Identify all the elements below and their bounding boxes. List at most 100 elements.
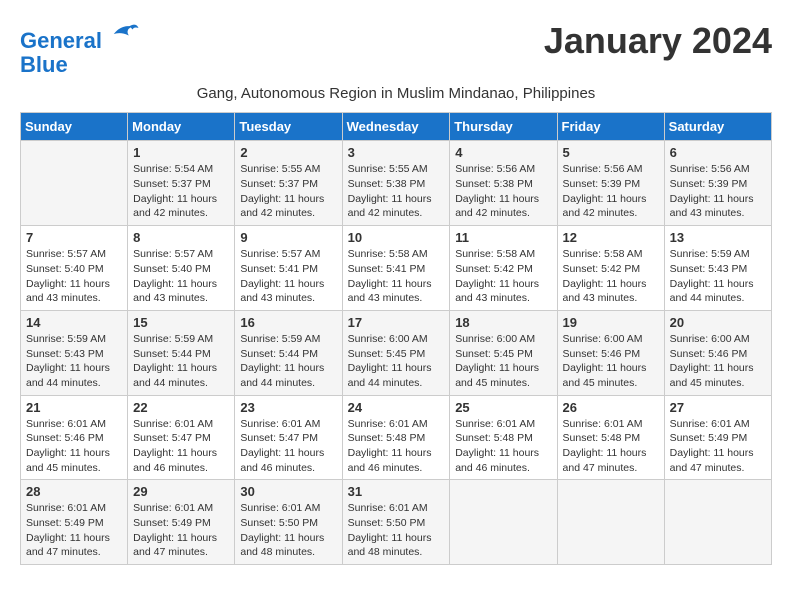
calendar-week-4: 21 Sunrise: 6:01 AMSunset: 5:46 PMDayligh…	[21, 395, 772, 480]
day-header-tuesday: Tuesday	[235, 113, 342, 141]
calendar-cell: 10Sunrise: 5:58 AMSunset: 5:41 PMDayligh…	[342, 226, 450, 311]
calendar-cell: 13Sunrise: 5:59 AMSunset: 5:43 PMDayligh…	[664, 226, 771, 311]
calendar-cell: 15Sunrise: 5:59 AMSunset: 5:44 PMDayligh…	[128, 310, 235, 395]
day-info: Sunrise: 5:56 AMSunset: 5:39 PMDaylight:…	[670, 162, 766, 221]
calendar-cell: 20 Sunrise: 6:00 AMSunset: 5:46 PMDayligh…	[664, 310, 771, 395]
day-info: Sunrise: 5:57 AMSunset: 5:40 PMDaylight:…	[26, 247, 122, 306]
calendar-week-5: 28 Sunrise: 6:01 AMSunset: 5:49 PMDayligh…	[21, 480, 772, 565]
calendar-cell: 26 Sunrise: 6:01 AMSunset: 5:48 PMDayligh…	[557, 395, 664, 480]
day-info: Sunrise: 6:01 AMSunset: 5:48 PMDaylight:…	[563, 417, 659, 476]
day-info: Sunrise: 6:01 AMSunset: 5:49 PMDaylight:…	[670, 417, 766, 476]
day-info: Sunrise: 6:01 AMSunset: 5:46 PMDaylight:…	[26, 417, 122, 476]
day-number: 27	[670, 400, 766, 415]
calendar-cell: 31 Sunrise: 6:01 AMSunset: 5:50 PMDayligh…	[342, 480, 450, 565]
day-number: 25	[455, 400, 551, 415]
day-number: 26	[563, 400, 659, 415]
calendar-cell: 2 Sunrise: 5:55 AMSunset: 5:37 PMDaylight…	[235, 141, 342, 226]
day-number: 11	[455, 230, 551, 245]
calendar-cell: 28 Sunrise: 6:01 AMSunset: 5:49 PMDayligh…	[21, 480, 128, 565]
day-number: 13	[670, 230, 766, 245]
day-number: 7	[26, 230, 122, 245]
day-number: 2	[240, 145, 336, 160]
calendar-cell: 3 Sunrise: 5:55 AMSunset: 5:38 PMDaylight…	[342, 141, 450, 226]
day-header-sunday: Sunday	[21, 113, 128, 141]
calendar-cell: 7 Sunrise: 5:57 AMSunset: 5:40 PMDaylight…	[21, 226, 128, 311]
day-info: Sunrise: 6:01 AMSunset: 5:50 PMDaylight:…	[348, 501, 445, 560]
header-row: SundayMondayTuesdayWednesdayThursdayFrid…	[21, 113, 772, 141]
calendar-cell	[21, 141, 128, 226]
day-number: 4	[455, 145, 551, 160]
day-number: 22	[133, 400, 229, 415]
day-info: Sunrise: 5:54 AMSunset: 5:37 PMDaylight:…	[133, 162, 229, 221]
day-number: 16	[240, 315, 336, 330]
day-number: 6	[670, 145, 766, 160]
day-info: Sunrise: 5:59 AMSunset: 5:44 PMDaylight:…	[133, 332, 229, 391]
calendar-week-1: 1Sunrise: 5:54 AMSunset: 5:37 PMDaylight…	[21, 141, 772, 226]
calendar-subtitle: Gang, Autonomous Region in Muslim Mindan…	[20, 85, 772, 102]
day-number: 21	[26, 400, 122, 415]
day-number: 14	[26, 315, 122, 330]
calendar-cell: 24 Sunrise: 6:01 AMSunset: 5:48 PMDayligh…	[342, 395, 450, 480]
day-info: Sunrise: 6:01 AMSunset: 5:50 PMDaylight:…	[240, 501, 336, 560]
calendar-week-2: 7 Sunrise: 5:57 AMSunset: 5:40 PMDaylight…	[21, 226, 772, 311]
day-number: 3	[348, 145, 445, 160]
day-header-thursday: Thursday	[450, 113, 557, 141]
day-header-saturday: Saturday	[664, 113, 771, 141]
calendar-cell: 18Sunrise: 6:00 AMSunset: 5:45 PMDayligh…	[450, 310, 557, 395]
calendar-cell: 14 Sunrise: 5:59 AMSunset: 5:43 PMDayligh…	[21, 310, 128, 395]
calendar-cell: 29Sunrise: 6:01 AMSunset: 5:49 PMDayligh…	[128, 480, 235, 565]
calendar-cell: 9 Sunrise: 5:57 AMSunset: 5:41 PMDaylight…	[235, 226, 342, 311]
day-number: 12	[563, 230, 659, 245]
calendar-cell	[557, 480, 664, 565]
calendar-cell: 6 Sunrise: 5:56 AMSunset: 5:39 PMDaylight…	[664, 141, 771, 226]
calendar-cell: 19 Sunrise: 6:00 AMSunset: 5:46 PMDayligh…	[557, 310, 664, 395]
day-number: 20	[670, 315, 766, 330]
day-number: 19	[563, 315, 659, 330]
day-info: Sunrise: 6:01 AMSunset: 5:49 PMDaylight:…	[133, 501, 229, 560]
logo-bird-icon	[110, 20, 140, 48]
day-info: Sunrise: 6:00 AMSunset: 5:46 PMDaylight:…	[563, 332, 659, 391]
day-info: Sunrise: 6:01 AMSunset: 5:47 PMDaylight:…	[240, 417, 336, 476]
day-header-friday: Friday	[557, 113, 664, 141]
calendar-table: SundayMondayTuesdayWednesdayThursdayFrid…	[20, 112, 772, 565]
day-info: Sunrise: 6:01 AMSunset: 5:47 PMDaylight:…	[133, 417, 229, 476]
calendar-cell: 25 Sunrise: 6:01 AMSunset: 5:48 PMDayligh…	[450, 395, 557, 480]
day-info: Sunrise: 6:00 AMSunset: 5:46 PMDaylight:…	[670, 332, 766, 391]
day-info: Sunrise: 5:58 AMSunset: 5:42 PMDaylight:…	[563, 247, 659, 306]
day-info: Sunrise: 5:57 AMSunset: 5:41 PMDaylight:…	[240, 247, 336, 306]
calendar-cell: 5Sunrise: 5:56 AMSunset: 5:39 PMDaylight…	[557, 141, 664, 226]
calendar-cell: 23 Sunrise: 6:01 AMSunset: 5:47 PMDayligh…	[235, 395, 342, 480]
day-number: 28	[26, 484, 122, 499]
calendar-cell: 16 Sunrise: 5:59 AMSunset: 5:44 PMDayligh…	[235, 310, 342, 395]
calendar-cell: 8Sunrise: 5:57 AMSunset: 5:40 PMDaylight…	[128, 226, 235, 311]
calendar-cell: 11 Sunrise: 5:58 AMSunset: 5:42 PMDayligh…	[450, 226, 557, 311]
day-number: 5	[563, 145, 659, 160]
day-info: Sunrise: 6:01 AMSunset: 5:49 PMDaylight:…	[26, 501, 122, 560]
calendar-cell: 4Sunrise: 5:56 AMSunset: 5:38 PMDaylight…	[450, 141, 557, 226]
calendar-cell	[664, 480, 771, 565]
month-title: January 2024	[544, 20, 772, 62]
day-info: Sunrise: 6:01 AMSunset: 5:48 PMDaylight:…	[455, 417, 551, 476]
day-info: Sunrise: 5:55 AMSunset: 5:37 PMDaylight:…	[240, 162, 336, 221]
day-number: 8	[133, 230, 229, 245]
day-info: Sunrise: 5:59 AMSunset: 5:43 PMDaylight:…	[26, 332, 122, 391]
day-number: 23	[240, 400, 336, 415]
day-number: 10	[348, 230, 445, 245]
logo: General Blue	[20, 20, 140, 77]
day-number: 31	[348, 484, 445, 499]
day-number: 30	[240, 484, 336, 499]
logo-general: General	[20, 28, 102, 53]
day-info: Sunrise: 5:55 AMSunset: 5:38 PMDaylight:…	[348, 162, 445, 221]
calendar-cell: 1Sunrise: 5:54 AMSunset: 5:37 PMDaylight…	[128, 141, 235, 226]
calendar-cell: 17Sunrise: 6:00 AMSunset: 5:45 PMDayligh…	[342, 310, 450, 395]
calendar-week-3: 14 Sunrise: 5:59 AMSunset: 5:43 PMDayligh…	[21, 310, 772, 395]
day-number: 9	[240, 230, 336, 245]
day-header-wednesday: Wednesday	[342, 113, 450, 141]
day-info: Sunrise: 6:00 AMSunset: 5:45 PMDaylight:…	[348, 332, 445, 391]
day-number: 24	[348, 400, 445, 415]
day-info: Sunrise: 6:00 AMSunset: 5:45 PMDaylight:…	[455, 332, 551, 391]
day-info: Sunrise: 6:01 AMSunset: 5:48 PMDaylight:…	[348, 417, 445, 476]
day-info: Sunrise: 5:58 AMSunset: 5:42 PMDaylight:…	[455, 247, 551, 306]
day-header-monday: Monday	[128, 113, 235, 141]
day-info: Sunrise: 5:59 AMSunset: 5:44 PMDaylight:…	[240, 332, 336, 391]
